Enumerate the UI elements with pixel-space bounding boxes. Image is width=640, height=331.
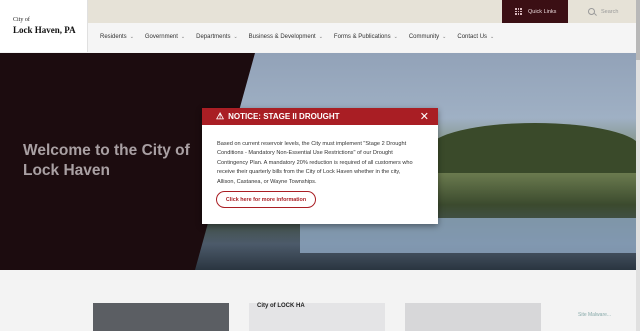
nav-government[interactable]: Government ⌄ xyxy=(145,34,185,40)
chevron-down-icon: ⌄ xyxy=(318,34,323,40)
site-logo[interactable]: City of Lock Haven, PA xyxy=(0,0,88,52)
modal-title: NOTICE: STAGE II DROUGHT xyxy=(228,112,340,121)
search-icon xyxy=(588,8,595,15)
main-nav: Residents ⌄ Government ⌄ Departments ⌄ Busi… xyxy=(100,34,505,40)
quick-links-label: Quick Links xyxy=(528,8,557,15)
feature-card-1[interactable] xyxy=(93,303,229,331)
chevron-down-icon: ⌄ xyxy=(393,34,398,40)
site-badge: Site Malware... xyxy=(578,312,612,318)
modal-body-text: Based on current reservoir levels, the C… xyxy=(217,141,413,185)
logo-line1: City of xyxy=(13,17,30,23)
site-header: City of Lock Haven, PA Quick Links Searc… xyxy=(0,0,640,52)
nav-contact[interactable]: Contact Us ⌄ xyxy=(457,34,494,40)
feature-cards: City of LOCK HA xyxy=(0,270,640,331)
drought-notice-modal: ⚠ NOTICE: STAGE II DROUGHT ✕ Based on cu… xyxy=(202,108,438,224)
search-placeholder: Search xyxy=(601,8,619,15)
feature-card-2[interactable]: City of LOCK HA xyxy=(249,303,385,331)
nav-departments[interactable]: Departments ⌄ xyxy=(196,34,238,40)
hero-title: Welcome to the City of Lock Haven xyxy=(23,142,190,179)
chevron-down-icon: ⌄ xyxy=(442,34,447,40)
nav-community[interactable]: Community ⌄ xyxy=(409,34,447,40)
chevron-down-icon: ⌄ xyxy=(233,34,238,40)
close-icon[interactable]: ✕ xyxy=(420,110,429,123)
scrollbar-thumb[interactable] xyxy=(636,0,640,60)
chevron-down-icon: ⌄ xyxy=(490,34,495,40)
grid-icon xyxy=(515,8,522,15)
feature-card-3[interactable] xyxy=(405,303,541,331)
nav-residents[interactable]: Residents ⌄ xyxy=(100,34,134,40)
quick-links-button[interactable]: Quick Links xyxy=(502,0,568,23)
modal-header: ⚠ NOTICE: STAGE II DROUGHT xyxy=(202,108,438,125)
hero-hills xyxy=(430,123,640,173)
chevron-down-icon: ⌄ xyxy=(180,34,186,40)
chevron-down-icon: ⌄ xyxy=(129,34,134,40)
search-field[interactable]: Search xyxy=(584,0,640,23)
more-info-button[interactable]: Click here for more information xyxy=(216,191,316,208)
card-caption: City of LOCK HA xyxy=(257,303,305,309)
nav-forms[interactable]: Forms & Publications ⌄ xyxy=(334,34,398,40)
scrollbar[interactable] xyxy=(636,0,640,331)
warning-icon: ⚠ xyxy=(216,111,225,121)
nav-business[interactable]: Business & Development ⌄ xyxy=(249,34,323,40)
logo-line2: Lock Haven, PA xyxy=(13,25,76,35)
